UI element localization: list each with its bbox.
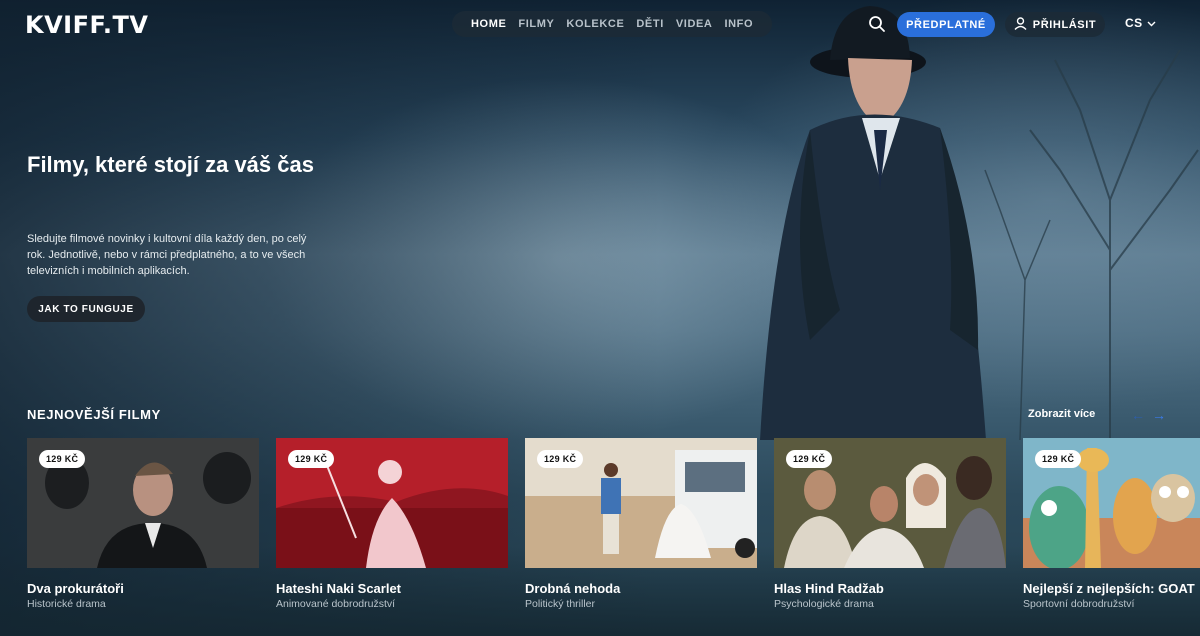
- film-title: Hateshi Naki Scarlet: [276, 581, 402, 596]
- hero-figure: [760, 6, 986, 440]
- film-genre: Politický thriller: [525, 598, 596, 610]
- user-icon: [1014, 16, 1027, 33]
- main-nav: HOME FILMY KOLEKCE DĚTI VIDEA INFO: [452, 11, 773, 37]
- film-card[interactable]: 129 KČ Hateshi Naki Scarlet Animované do…: [276, 438, 508, 618]
- film-title: Dva prokurátoři: [27, 581, 124, 596]
- film-card[interactable]: 129 KČ Drobná nehoda Politický thriller: [525, 438, 757, 618]
- nav-videa[interactable]: VIDEA: [670, 18, 719, 30]
- login-button[interactable]: PŘIHLÁSIT: [1005, 12, 1105, 37]
- nav-info[interactable]: INFO: [718, 18, 759, 30]
- nav-filmy[interactable]: FILMY: [512, 18, 560, 30]
- film-card[interactable]: 129 KČ Hlas Hind Radžab Psychologické dr…: [774, 438, 1006, 618]
- price-badge: 129 KČ: [786, 450, 833, 468]
- login-label: PŘIHLÁSIT: [1032, 18, 1097, 31]
- hero-title: Filmy, které stojí za váš čas: [27, 152, 314, 177]
- kviff-logo[interactable]: KVIFF.TV: [25, 11, 148, 39]
- hero-description: Sledujte filmové novinky i kultovní díla…: [27, 233, 307, 277]
- search-icon[interactable]: [868, 15, 886, 33]
- price-badge: 129 KČ: [39, 450, 86, 468]
- price-badge: 129 KČ: [537, 450, 584, 468]
- film-carousel: 129 KČ Dva prokurátoři Historické drama …: [27, 438, 1200, 618]
- film-card[interactable]: 129 KČ Nejlepší z nejlepších: GOAT Sport…: [1023, 438, 1200, 618]
- film-genre: Psychologické drama: [774, 598, 874, 610]
- price-badge: 129 KČ: [288, 450, 335, 468]
- arrow-right-icon[interactable]: →: [1152, 407, 1166, 423]
- top-header: KVIFF.TV HOME FILMY KOLEKCE DĚTI VIDEA I…: [0, 0, 1200, 48]
- nav-deti[interactable]: DĚTI: [630, 18, 669, 30]
- nav-home[interactable]: HOME: [465, 18, 512, 30]
- language-label: CS: [1125, 16, 1143, 30]
- how-it-works-button[interactable]: JAK TO FUNGUJE: [27, 296, 145, 322]
- film-title: Hlas Hind Radžab: [774, 581, 884, 596]
- film-genre: Historické drama: [27, 598, 106, 610]
- film-genre: Sportovní dobrodružství: [1023, 598, 1135, 610]
- show-more-link[interactable]: Zobrazit více: [1028, 408, 1095, 420]
- language-selector[interactable]: CS: [1125, 16, 1156, 30]
- newest-films-title: NEJNOVĚJŠÍ FILMY: [27, 407, 161, 422]
- film-title: Drobná nehoda: [525, 581, 621, 596]
- subscribe-button[interactable]: PŘEDPLATNÉ: [897, 12, 995, 37]
- arrow-left-icon[interactable]: ←: [1131, 407, 1145, 423]
- nav-kolekce[interactable]: KOLEKCE: [560, 18, 630, 30]
- film-genre: Animované dobrodružství: [276, 598, 396, 610]
- film-card[interactable]: 129 KČ Dva prokurátoři Historické drama: [27, 438, 259, 618]
- film-title: Nejlepší z nejlepších: GOAT: [1023, 581, 1195, 596]
- chevron-down-icon: [1147, 16, 1156, 30]
- price-badge: 129 KČ: [1035, 450, 1082, 468]
